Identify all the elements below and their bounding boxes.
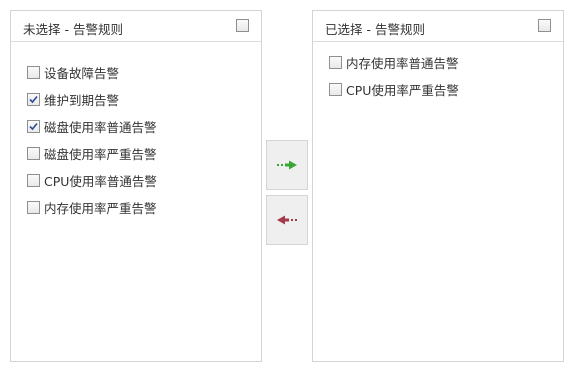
arrow-right-icon xyxy=(277,160,297,170)
selected-panel-header: 已选择 - 告警规则 xyxy=(313,11,563,42)
item-checkbox[interactable] xyxy=(27,174,40,187)
item-checkbox[interactable] xyxy=(329,83,342,96)
checkmark-icon xyxy=(29,122,38,131)
item-label: 内存使用率普通告警 xyxy=(346,56,459,71)
list-item[interactable]: CPU使用率普通告警 xyxy=(11,167,261,194)
item-label: 维护到期告警 xyxy=(44,93,120,108)
list-item[interactable]: 设备故障告警 xyxy=(11,59,261,86)
arrow-left-icon xyxy=(277,215,297,225)
move-to-selected-button[interactable] xyxy=(266,140,308,190)
checkmark-icon xyxy=(29,95,38,104)
unselected-list: 设备故障告警 维护到期告警 磁盘使用率普通告警 磁盘使用率严重告警 CPU使用率… xyxy=(11,42,261,221)
move-to-unselected-button[interactable] xyxy=(266,195,308,245)
unselected-panel: 未选择 - 告警规则 设备故障告警 维护到期告警 磁盘使用率普通告警 磁盘使用率… xyxy=(10,10,262,362)
item-label: CPU使用率普通告警 xyxy=(44,174,157,189)
item-checkbox[interactable] xyxy=(27,147,40,160)
list-item[interactable]: 维护到期告警 xyxy=(11,86,261,113)
selected-select-all-checkbox[interactable] xyxy=(538,19,551,32)
item-label: CPU使用率严重告警 xyxy=(346,83,459,98)
selected-list: 内存使用率普通告警 CPU使用率严重告警 xyxy=(313,42,563,103)
unselected-panel-header: 未选择 - 告警规则 xyxy=(11,11,261,42)
item-label: 设备故障告警 xyxy=(44,66,120,81)
item-label: 磁盘使用率严重告警 xyxy=(44,147,157,162)
selected-panel-title: 已选择 - 告警规则 xyxy=(325,22,425,37)
unselected-panel-title: 未选择 - 告警规则 xyxy=(23,22,123,37)
selected-panel: 已选择 - 告警规则 内存使用率普通告警 CPU使用率严重告警 xyxy=(312,10,564,362)
item-checkbox[interactable] xyxy=(27,201,40,214)
item-label: 磁盘使用率普通告警 xyxy=(44,120,157,135)
item-checkbox[interactable] xyxy=(27,66,40,79)
item-checkbox[interactable] xyxy=(27,93,40,106)
item-checkbox[interactable] xyxy=(27,120,40,133)
list-item[interactable]: CPU使用率严重告警 xyxy=(313,76,563,103)
list-item[interactable]: 内存使用率普通告警 xyxy=(313,49,563,76)
unselected-select-all-checkbox[interactable] xyxy=(236,19,249,32)
list-item[interactable]: 内存使用率严重告警 xyxy=(11,194,261,221)
item-checkbox[interactable] xyxy=(329,56,342,69)
item-label: 内存使用率严重告警 xyxy=(44,201,157,216)
list-item[interactable]: 磁盘使用率普通告警 xyxy=(11,113,261,140)
list-item[interactable]: 磁盘使用率严重告警 xyxy=(11,140,261,167)
